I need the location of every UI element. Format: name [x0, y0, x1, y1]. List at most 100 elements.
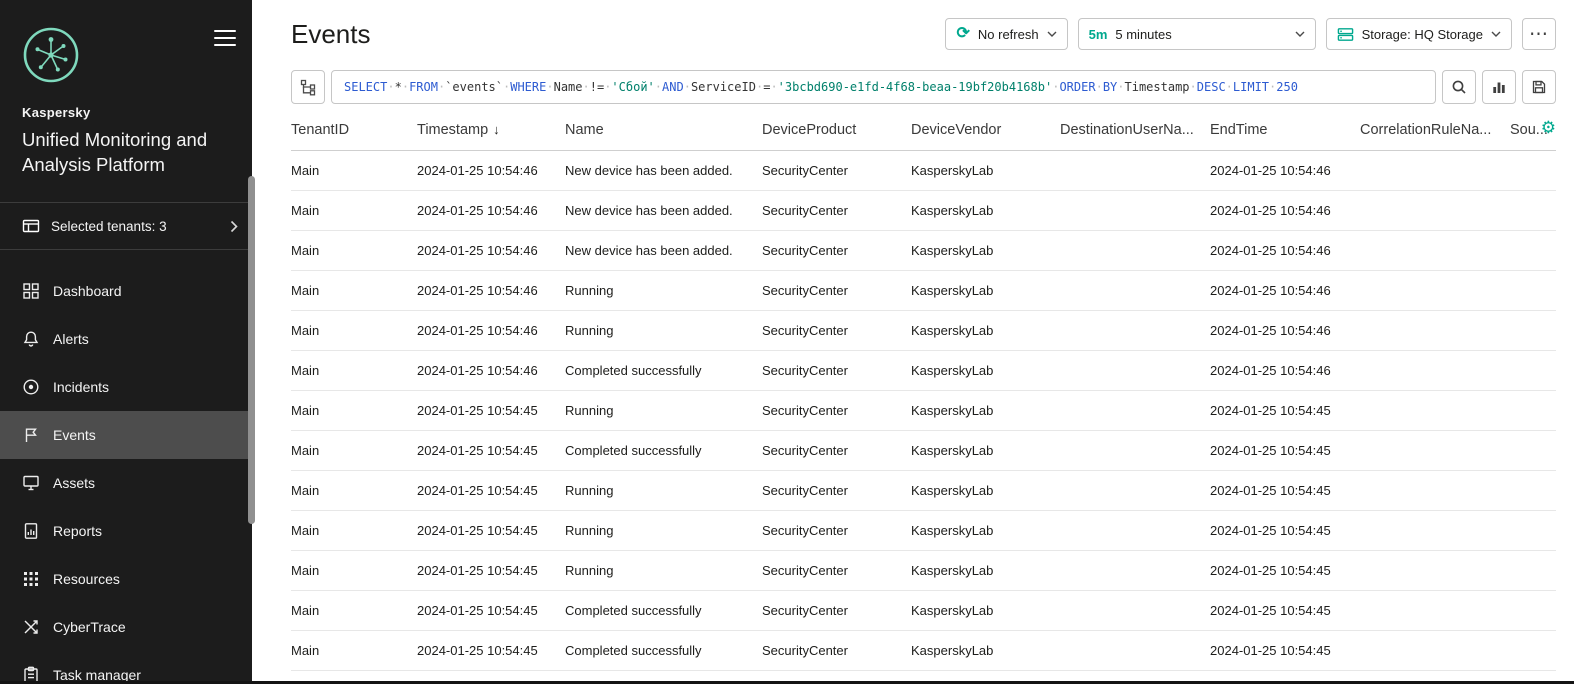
- cell-source: [1510, 150, 1556, 190]
- query-builder-button[interactable]: [291, 70, 325, 104]
- cell-correlation_rule: [1360, 190, 1510, 230]
- cell-name: Running: [565, 510, 762, 550]
- sidebar-item-label: Assets: [53, 475, 95, 491]
- tenants-label: Selected tenants: 3: [51, 219, 167, 234]
- column-header-endtime[interactable]: EndTime: [1210, 110, 1360, 150]
- menu-toggle-icon[interactable]: [214, 30, 236, 46]
- token-separator: ·: [604, 80, 611, 94]
- cell-tenant_id: Main: [291, 390, 417, 430]
- query-token: Timestamp: [1125, 80, 1190, 94]
- column-header-devicevendor[interactable]: DeviceVendor: [911, 110, 1060, 150]
- sidebar-item-dashboard[interactable]: Dashboard: [0, 267, 252, 315]
- incidents-target-icon: [22, 378, 40, 396]
- cell-device_vendor: KasperskyLab: [911, 470, 1060, 510]
- product-name: Unified Monitoring and Analysis Platform: [22, 127, 230, 177]
- table-row[interactable]: Main2024-01-25 10:54:45RunningSecurityCe…: [291, 390, 1556, 430]
- table-row[interactable]: Main2024-01-25 10:54:46RunningSecurityCe…: [291, 310, 1556, 350]
- column-header-deviceproduct[interactable]: DeviceProduct: [762, 110, 911, 150]
- column-settings-gear-icon[interactable]: ⚙: [1541, 119, 1556, 136]
- cell-device_product: SecurityCenter: [762, 470, 911, 510]
- cell-destination_user: [1060, 590, 1210, 630]
- sidebar-item-events[interactable]: Events: [0, 411, 252, 459]
- table-row[interactable]: Main2024-01-25 10:54:46Completed success…: [291, 350, 1556, 390]
- column-header-destinationusername[interactable]: DestinationUserNa...: [1060, 110, 1210, 150]
- sidebar-item-assets[interactable]: Assets: [0, 459, 252, 507]
- table-row[interactable]: Main2024-01-25 10:54:45RunningSecurityCe…: [291, 470, 1556, 510]
- token-separator: ·: [438, 80, 445, 94]
- table-row[interactable]: Main2024-01-25 10:54:46New device has be…: [291, 190, 1556, 230]
- query-token: !=: [590, 80, 604, 94]
- histogram-button[interactable]: [1482, 70, 1516, 104]
- time-period-select[interactable]: 5m 5 minutes: [1078, 18, 1316, 50]
- period-label: 5 minutes: [1115, 27, 1171, 42]
- cell-timestamp: 2024-01-25 10:54:46: [417, 230, 565, 270]
- table-row[interactable]: Main2024-01-25 10:54:46RunningSecurityCe…: [291, 270, 1556, 310]
- column-header-tenantid[interactable]: TenantID: [291, 110, 417, 150]
- token-separator: ·: [1190, 80, 1197, 94]
- cell-device_product: SecurityCenter: [762, 150, 911, 190]
- cell-tenant_id: Main: [291, 270, 417, 310]
- cell-timestamp: 2024-01-25 10:54:45: [417, 430, 565, 470]
- cell-device_vendor: KasperskyLab: [911, 230, 1060, 270]
- sidebar-item-cybertrace[interactable]: CyberTrace: [0, 603, 252, 651]
- selected-tenants-button[interactable]: Selected tenants: 3: [0, 202, 252, 250]
- sidebar-item-task-manager[interactable]: Task manager: [0, 651, 252, 684]
- column-header-timestamp[interactable]: Timestamp↓: [417, 110, 565, 150]
- cell-device_product: SecurityCenter: [762, 350, 911, 390]
- topbar: Events ⟳ No refresh 5m 5 minutes Storage…: [291, 0, 1556, 68]
- table-row[interactable]: Main2024-01-25 10:54:46New device has be…: [291, 150, 1556, 190]
- cell-correlation_rule: [1360, 310, 1510, 350]
- cell-tenant_id: Main: [291, 470, 417, 510]
- token-separator: ·: [655, 80, 662, 94]
- token-separator: ·: [503, 80, 510, 94]
- sidebar-item-incidents[interactable]: Incidents: [0, 363, 252, 411]
- cell-source: [1510, 430, 1556, 470]
- cell-timestamp: 2024-01-25 10:54:46: [417, 150, 565, 190]
- cell-source: [1510, 550, 1556, 590]
- cell-correlation_rule: [1360, 470, 1510, 510]
- cell-source: [1510, 230, 1556, 270]
- events-flag-icon: [22, 426, 40, 444]
- table-row[interactable]: Main2024-01-25 10:54:45Completed success…: [291, 590, 1556, 630]
- cell-correlation_rule: [1360, 590, 1510, 630]
- query-token: *: [395, 80, 402, 94]
- table-row[interactable]: Main2024-01-25 10:54:45Completed success…: [291, 430, 1556, 470]
- cell-source: [1510, 390, 1556, 430]
- cell-name: Completed successfully: [565, 350, 762, 390]
- table-row[interactable]: Main2024-01-25 10:54:45Completed success…: [291, 630, 1556, 670]
- cell-timestamp: 2024-01-25 10:54:46: [417, 350, 565, 390]
- cell-end_time: 2024-01-25 10:54:45: [1210, 630, 1360, 670]
- cell-correlation_rule: [1360, 550, 1510, 590]
- token-separator: ·: [756, 80, 763, 94]
- cell-source: [1510, 190, 1556, 230]
- cell-source: [1510, 590, 1556, 630]
- sidebar-item-resources[interactable]: Resources: [0, 555, 252, 603]
- more-options-button[interactable]: ⋯: [1522, 18, 1556, 50]
- cell-source: [1510, 470, 1556, 510]
- cell-correlation_rule: [1360, 150, 1510, 190]
- search-button[interactable]: [1442, 70, 1476, 104]
- refresh-select[interactable]: ⟳ No refresh: [945, 18, 1067, 50]
- table-row[interactable]: Main2024-01-25 10:54:45RunningSecurityCe…: [291, 510, 1556, 550]
- column-header-name[interactable]: Name: [565, 110, 762, 150]
- sidebar-item-label: Events: [53, 427, 96, 443]
- token-separator: ·: [1117, 80, 1124, 94]
- query-token: `events`: [445, 80, 503, 94]
- table-row[interactable]: Main2024-01-25 10:54:45RunningSecurityCe…: [291, 550, 1556, 590]
- sidebar-item-label: Alerts: [53, 331, 89, 347]
- query-input[interactable]: SELECT·*·FROM·`events`·WHERE·Name·!=·'Сб…: [331, 70, 1436, 104]
- sidebar-item-alerts[interactable]: Alerts: [0, 315, 252, 363]
- token-separator: ·: [770, 80, 777, 94]
- bell-icon: [22, 330, 40, 348]
- sidebar-item-reports[interactable]: Reports: [0, 507, 252, 555]
- sidebar-scrollbar-thumb[interactable]: [248, 176, 255, 524]
- column-header-correlationrulename[interactable]: CorrelationRuleNa...: [1360, 110, 1510, 150]
- cell-end_time: 2024-01-25 10:54:45: [1210, 430, 1360, 470]
- vendor-name: Kaspersky: [22, 105, 236, 120]
- storage-select[interactable]: Storage: HQ Storage: [1326, 18, 1512, 50]
- table-row[interactable]: Main2024-01-25 10:54:46New device has be…: [291, 230, 1556, 270]
- query-token: LIMIT: [1233, 80, 1269, 94]
- cell-name: New device has been added.: [565, 190, 762, 230]
- save-icon: [1531, 79, 1547, 95]
- save-query-button[interactable]: [1522, 70, 1556, 104]
